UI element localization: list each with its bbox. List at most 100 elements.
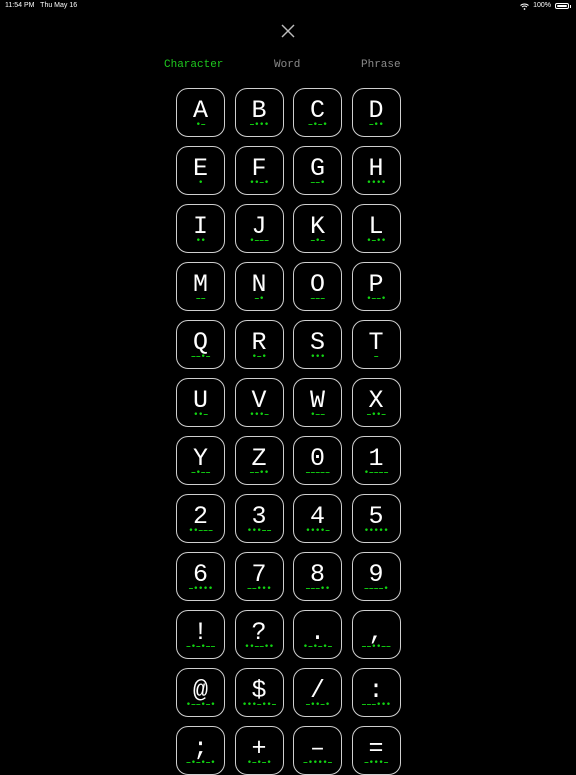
- battery-nub: [570, 4, 571, 8]
- character-key[interactable]: E •: [176, 146, 225, 195]
- character-key[interactable]: 2 ••–––: [176, 494, 225, 543]
- key-morse-code: •–•–•: [246, 758, 272, 768]
- character-key[interactable]: S •••: [293, 320, 342, 369]
- key-morse-code: –••: [368, 120, 384, 130]
- key-morse-code: •–––: [249, 236, 269, 246]
- key-morse-code: ••–: [193, 410, 208, 420]
- character-key[interactable]: , ––••––: [351, 610, 401, 659]
- key-morse-code: –•–•––: [185, 642, 216, 652]
- battery-percent: 100%: [533, 2, 551, 9]
- status-time: 11:54 PM: [5, 2, 35, 9]
- character-key[interactable]: L •–••: [351, 204, 401, 253]
- character-key[interactable]: T –: [351, 320, 401, 369]
- key-morse-code: ––•••: [246, 584, 272, 594]
- character-key[interactable]: M ––: [176, 262, 225, 311]
- battery-icon: [555, 3, 569, 9]
- character-key[interactable]: J •–––: [234, 204, 284, 253]
- character-key[interactable]: 7 ––•••: [234, 552, 284, 601]
- key-morse-code: •–•–•–: [302, 642, 333, 652]
- key-morse-code: –––: [310, 294, 325, 304]
- key-morse-code: –•–•: [307, 120, 328, 130]
- key-morse-code: •: [198, 178, 203, 188]
- character-key[interactable]: I ••: [176, 204, 225, 253]
- key-morse-code: –•–•–•: [185, 758, 216, 768]
- key-morse-code: ••–––: [188, 526, 213, 536]
- tab-character[interactable]: Character: [164, 59, 223, 71]
- key-morse-code: •––•: [366, 294, 386, 304]
- character-key[interactable]: ! –•–•––: [176, 610, 225, 659]
- character-key[interactable]: 4 ••••–: [293, 494, 342, 543]
- character-grid: A •– B –••• C –•–• D –•• E • F ••–• G ––• H •••• I •• J •––…: [176, 88, 401, 775]
- character-key[interactable]: W •––: [293, 378, 342, 427]
- character-key[interactable]: C –•–•: [293, 88, 342, 137]
- key-morse-code: •––•–•: [185, 700, 216, 710]
- key-morse-code: –––––: [305, 468, 330, 478]
- key-morse-code: •–••: [366, 236, 386, 246]
- key-morse-code: ––––•: [363, 584, 389, 594]
- key-morse-code: –•••–: [363, 758, 389, 768]
- close-icon: [281, 24, 295, 38]
- character-key[interactable]: . •–•–•–: [293, 610, 342, 659]
- character-key[interactable]: A •–: [176, 88, 225, 137]
- character-key[interactable]: ? ••––••: [234, 610, 284, 659]
- key-morse-code: –••–•: [305, 700, 330, 710]
- key-morse-code: •–: [195, 120, 206, 130]
- key-morse-code: ••–•: [249, 178, 269, 188]
- character-key[interactable]: U ••–: [176, 378, 225, 427]
- key-morse-code: –•–: [310, 236, 325, 246]
- character-key[interactable]: 8 –––••: [293, 552, 342, 601]
- key-morse-code: –––•••: [361, 700, 391, 710]
- key-morse-code: ••••: [366, 178, 386, 188]
- character-key[interactable]: 0 –––––: [293, 436, 342, 485]
- character-key[interactable]: V •••–: [234, 378, 284, 427]
- status-time-date: 11:54 PM Thu May 16: [5, 0, 77, 12]
- character-key[interactable]: R •–•: [234, 320, 284, 369]
- key-morse-code: •––: [310, 410, 325, 420]
- key-morse-code: ––••: [249, 468, 269, 478]
- character-key[interactable]: F ••–•: [234, 146, 284, 195]
- key-morse-code: •••–••–: [241, 700, 277, 710]
- character-key[interactable]: B –•••: [234, 88, 284, 137]
- key-morse-code: –•••: [249, 120, 269, 130]
- character-key[interactable]: @ •––•–•: [176, 668, 225, 717]
- character-key[interactable]: 6 –••••: [176, 552, 225, 601]
- status-date: Thu May 16: [40, 2, 78, 9]
- key-morse-code: –: [373, 352, 379, 362]
- character-key[interactable]: N –•: [234, 262, 284, 311]
- key-morse-code: –••–: [366, 410, 386, 420]
- close-button[interactable]: [279, 22, 297, 40]
- key-morse-code: ––•: [310, 178, 325, 188]
- character-key[interactable]: X –••–: [351, 378, 401, 427]
- key-morse-code: –•––: [190, 468, 211, 478]
- tab-word[interactable]: Word: [274, 59, 300, 71]
- mode-tabs: Character Word Phrase: [0, 59, 576, 73]
- character-key[interactable]: K –•–: [293, 204, 342, 253]
- character-key[interactable]: 9 ––––•: [351, 552, 401, 601]
- character-key[interactable]: O –––: [293, 262, 342, 311]
- key-morse-code: •••–: [249, 410, 269, 420]
- character-key[interactable]: / –••–•: [293, 668, 342, 717]
- character-key[interactable]: 3 •••––: [234, 494, 284, 543]
- status-indicators: 100%: [520, 0, 571, 12]
- key-morse-code: •••••: [363, 526, 389, 536]
- key-morse-code: –••••: [188, 584, 213, 594]
- character-key[interactable]: Z ––••: [234, 436, 284, 485]
- character-key[interactable]: Y –•––: [176, 436, 225, 485]
- key-morse-code: •••––: [246, 526, 272, 536]
- character-key[interactable]: : –––•••: [351, 668, 401, 717]
- character-key[interactable]: Q ––•–: [176, 320, 225, 369]
- key-morse-code: •––––: [363, 468, 389, 478]
- tab-phrase[interactable]: Phrase: [361, 59, 401, 71]
- character-key[interactable]: D –••: [351, 88, 401, 137]
- key-morse-code: •••: [310, 352, 325, 362]
- character-key[interactable]: $ •••–••–: [234, 668, 284, 717]
- character-key[interactable]: 1 •––––: [351, 436, 401, 485]
- key-morse-code: ––••––: [361, 642, 391, 652]
- character-key[interactable]: P •––•: [351, 262, 401, 311]
- key-morse-code: ••••–: [305, 526, 330, 536]
- key-morse-code: ••: [195, 236, 206, 246]
- character-key[interactable]: H ••••: [351, 146, 401, 195]
- key-morse-code: ––•–: [190, 352, 211, 362]
- character-key[interactable]: 5 •••••: [351, 494, 401, 543]
- character-key[interactable]: G ––•: [293, 146, 342, 195]
